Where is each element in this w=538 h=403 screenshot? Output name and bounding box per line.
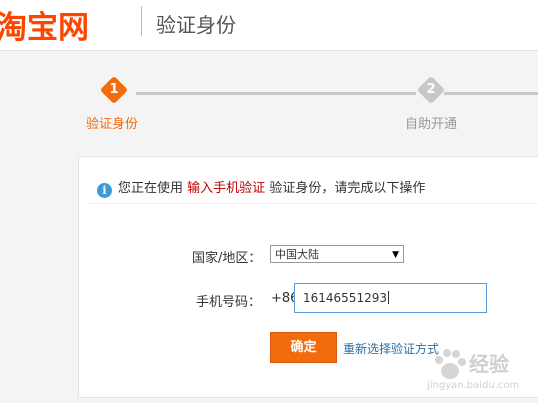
phone-number-input[interactable]: 16146551293 <box>294 283 487 313</box>
confirm-button[interactable]: 确定 <box>270 332 337 363</box>
phone-label: 手机号码： <box>196 295 262 310</box>
page-header: 淘宝网 验证身份 <box>0 0 538 51</box>
step-connector <box>136 92 416 95</box>
region-select[interactable]: 中国大陆 ▼ <box>270 245 404 263</box>
watermark-url: jingyan.baidu.com <box>427 380 520 391</box>
step-1-number: 1 <box>109 82 119 97</box>
step-2-number: 2 <box>426 82 436 97</box>
taobao-logo[interactable]: 淘宝网 <box>0 2 89 47</box>
watermark-text: 经验 <box>469 352 509 376</box>
baidu-jingyan-watermark: 经验 jingyan.baidu.com <box>425 340 533 395</box>
dropdown-arrow-icon: ▼ <box>392 250 399 260</box>
text-caret <box>387 291 389 304</box>
step-connector-tail <box>444 92 538 95</box>
notice-divider <box>89 203 538 204</box>
header-divider <box>141 6 142 36</box>
phone-number-value: 16146551293 <box>303 291 387 305</box>
info-icon: i <box>97 183 112 198</box>
step-2-label: 自助开通 <box>405 117 458 132</box>
page-title: 验证身份 <box>156 13 236 37</box>
verification-notice: i 您正在使用 输入手机验证 验证身份，请完成以下操作 <box>97 177 425 198</box>
progress-steps: 1 验证身份 2 自助开通 <box>0 75 538 138</box>
notice-prefix: 您正在使用 <box>118 181 184 196</box>
region-label: 国家/地区： <box>192 251 262 266</box>
region-value: 中国大陆 <box>275 248 319 261</box>
notice-suffix: 验证身份，请完成以下操作 <box>269 181 426 196</box>
step-1-label: 验证身份 <box>86 117 139 132</box>
verification-method: 输入手机验证 <box>187 181 266 196</box>
